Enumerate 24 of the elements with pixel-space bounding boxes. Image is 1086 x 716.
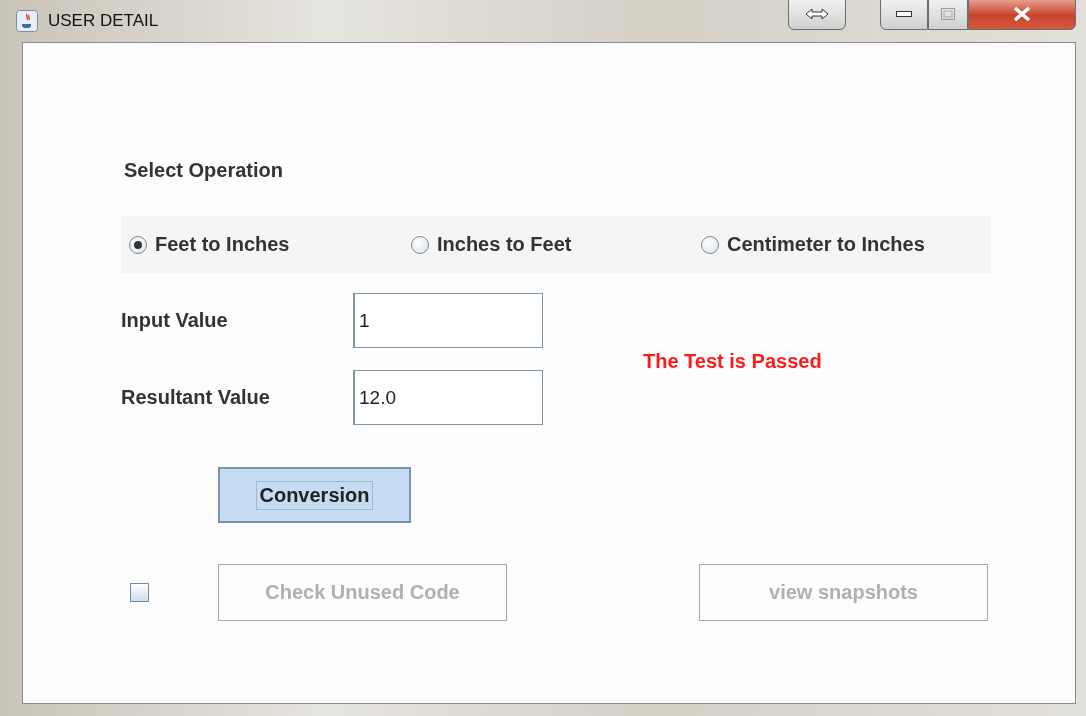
radio-button[interactable] — [701, 235, 719, 254]
minimize-icon — [896, 11, 912, 17]
radio-label[interactable]: Inches to Feet — [437, 233, 572, 256]
double-arrow-icon — [805, 7, 829, 21]
radio-label[interactable]: Centimeter to Inches — [727, 233, 925, 256]
close-button[interactable] — [968, 0, 1076, 30]
window-title: USER DETAIL — [48, 11, 159, 31]
minimize-button[interactable] — [880, 0, 928, 30]
status-message: The Test is Passed — [643, 350, 822, 373]
field-label: Input Value — [121, 309, 229, 332]
radio-button[interactable] — [411, 235, 429, 254]
resize-button[interactable] — [788, 0, 846, 30]
conversion-button[interactable]: Conversion — [218, 467, 411, 523]
maximize-icon — [941, 8, 955, 20]
radio-button[interactable] — [129, 235, 147, 254]
input-field[interactable]: 1 — [353, 293, 543, 348]
input-field[interactable]: 12.0 — [353, 370, 543, 425]
section-label: Select Operation — [124, 159, 283, 182]
radio-label[interactable]: Feet to Inches — [155, 233, 290, 256]
close-icon — [1013, 7, 1031, 21]
checkbox[interactable] — [130, 583, 149, 602]
field-label: Resultant Value — [121, 386, 271, 409]
maximize-button[interactable] — [928, 0, 968, 30]
java-cup-icon — [16, 10, 38, 32]
